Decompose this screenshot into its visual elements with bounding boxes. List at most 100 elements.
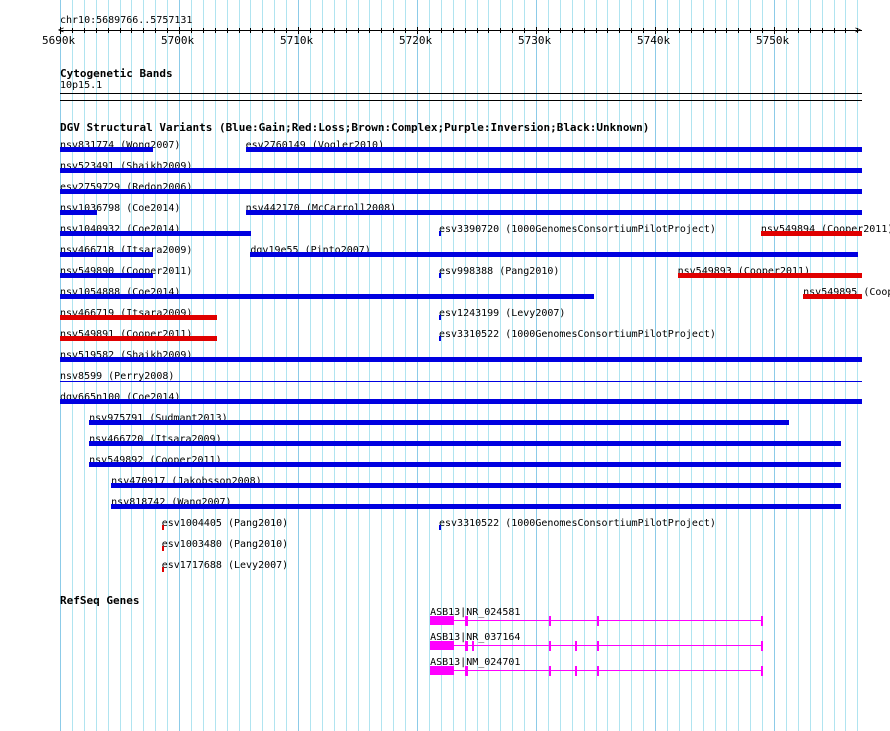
grid-line (345, 0, 347, 731)
ruler-tick (143, 28, 145, 33)
ruler-tick (274, 28, 276, 33)
variant-bar[interactable] (89, 462, 841, 467)
variant-bar[interactable] (161, 546, 164, 551)
exon[interactable] (760, 666, 763, 676)
exon[interactable] (464, 616, 469, 626)
variant-bar[interactable] (803, 294, 863, 299)
exon[interactable] (575, 666, 578, 676)
exon[interactable] (464, 666, 469, 676)
variant-bar[interactable] (439, 525, 441, 530)
ruler-tick (345, 28, 347, 33)
variant-bar[interactable] (439, 231, 441, 236)
ruler-tick (250, 28, 252, 33)
intron-line (599, 645, 761, 646)
variant-bar[interactable] (60, 399, 863, 404)
variant-label[interactable]: esv3390720 (1000GenomesConsortiumPilotPr… (439, 224, 716, 235)
ruler-tick (167, 28, 169, 33)
grid-line (119, 0, 121, 731)
exon[interactable] (596, 641, 600, 651)
variant-bar[interactable] (89, 441, 841, 446)
grid-line (417, 0, 418, 731)
ruler-tick (619, 28, 621, 33)
grid-line (726, 0, 728, 731)
grid-line (143, 0, 145, 731)
ruler-tick (571, 28, 573, 33)
variant-bar[interactable] (439, 273, 441, 278)
ruler-tick (179, 27, 180, 34)
variant-bar[interactable] (439, 315, 441, 320)
grid-line (714, 0, 716, 731)
cytoband-line-bottom (60, 100, 862, 101)
ruler-tick (809, 28, 811, 33)
variant-bar[interactable] (60, 189, 863, 194)
dgv-track-title[interactable]: DGV Structural Variants (Blue:Gain;Red:L… (60, 121, 649, 134)
intron-line (551, 670, 576, 671)
variant-bar[interactable] (161, 525, 164, 530)
variant-label[interactable]: esv1004405 (Pang2010) (162, 518, 288, 529)
ruler-tick (726, 28, 728, 33)
variant-bar[interactable] (60, 168, 863, 173)
cytoband-track-title[interactable]: Cytogenetic Bands (60, 67, 173, 80)
variant-label[interactable]: esv1717688 (Levy2007) (162, 560, 288, 571)
ruler-tick-label: 5700k (161, 34, 195, 47)
refseq-track-title[interactable]: RefSeq Genes (60, 594, 139, 607)
variant-bar[interactable] (60, 294, 595, 299)
ruler-tick (119, 28, 121, 33)
variant-bar[interactable] (677, 273, 863, 278)
grid-line (190, 0, 192, 731)
variant-label[interactable]: esv3310522 (1000GenomesConsortiumPilotPr… (439, 329, 716, 340)
exon[interactable] (471, 641, 474, 651)
variant-bar[interactable] (60, 273, 153, 278)
grid-line (95, 0, 97, 731)
variant-bar[interactable] (60, 147, 153, 152)
exon[interactable] (596, 666, 600, 676)
exon[interactable] (430, 641, 454, 650)
ruler-tick (226, 28, 228, 33)
variant-label[interactable]: esv1243199 (Levy2007) (439, 308, 565, 319)
grid-line (286, 0, 288, 731)
variant-bar[interactable] (245, 210, 863, 215)
ruler-tick (238, 28, 240, 33)
variant-bar[interactable] (111, 504, 841, 509)
exon[interactable] (575, 641, 578, 651)
variant-label[interactable]: esv3310522 (1000GenomesConsortiumPilotPr… (439, 518, 716, 529)
variant-label[interactable]: esv998388 (Pang2010) (439, 266, 559, 277)
variant-bar[interactable] (60, 381, 863, 382)
variant-bar[interactable] (60, 231, 251, 236)
variant-bar[interactable] (250, 252, 858, 257)
intron-line (468, 620, 550, 621)
cytoband-line-top (60, 93, 862, 94)
variant-bar[interactable] (60, 357, 863, 362)
variant-bar[interactable] (439, 336, 441, 341)
intron-line (472, 645, 550, 646)
variant-bar[interactable] (161, 567, 164, 572)
ruler-tick (666, 28, 668, 33)
variant-bar[interactable] (60, 252, 153, 257)
variant-bar[interactable] (760, 231, 863, 236)
exon[interactable] (596, 616, 600, 626)
variant-bar[interactable] (89, 420, 789, 425)
exon[interactable] (464, 641, 469, 651)
exon[interactable] (549, 641, 552, 651)
exon[interactable] (760, 616, 763, 626)
grid-line (559, 0, 561, 731)
variant-label[interactable]: esv1003480 (Pang2010) (162, 539, 288, 550)
variant-bar[interactable] (60, 336, 218, 341)
variant-bar[interactable] (111, 483, 841, 488)
exon[interactable] (549, 666, 552, 676)
grid-line (298, 0, 299, 731)
ruler-tick (524, 28, 526, 33)
exon[interactable] (760, 641, 763, 651)
variant-bar[interactable] (60, 210, 97, 215)
cytoband-label: 10p15.1 (60, 80, 103, 91)
exon[interactable] (430, 666, 454, 675)
ruler-tick (60, 27, 61, 34)
exon[interactable] (549, 616, 552, 626)
ruler-tick (428, 28, 430, 33)
ruler-tick-label: 5730k (518, 34, 552, 47)
grid-line (131, 0, 133, 731)
exon[interactable] (430, 616, 454, 625)
variant-bar[interactable] (245, 147, 863, 152)
ruler-tick (655, 27, 656, 34)
variant-bar[interactable] (60, 315, 218, 320)
